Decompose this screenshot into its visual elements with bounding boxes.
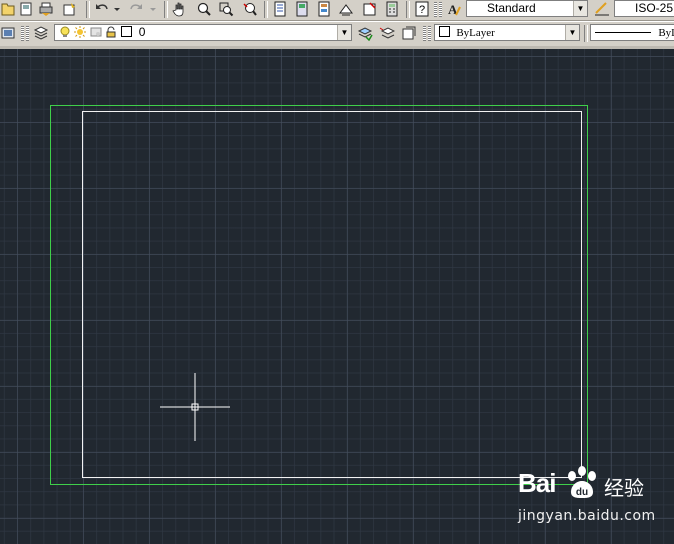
undo-icon[interactable] (94, 1, 110, 17)
toolbar-grip[interactable] (21, 26, 24, 41)
linetype-select[interactable]: ByL (590, 24, 674, 41)
undo-dropdown-icon[interactable] (112, 1, 122, 17)
sun-freeze-icon[interactable] (74, 26, 87, 38)
open-icon[interactable] (0, 1, 16, 17)
svg-text:?: ? (419, 4, 425, 16)
linetype-sample (595, 32, 651, 33)
color-value: ByLayer (456, 27, 495, 39)
publish-icon[interactable] (62, 1, 78, 17)
text-style-select[interactable]: Standard ▼ (466, 0, 588, 17)
bulb-icon[interactable] (59, 26, 71, 38)
zoom-realtime-icon[interactable] (196, 1, 212, 17)
layer-select[interactable]: 0 ▼ (54, 24, 352, 41)
paw-logo-icon: du (568, 466, 596, 498)
tool-palettes-icon[interactable] (316, 1, 332, 17)
design-center-icon[interactable] (294, 1, 310, 17)
layer-name: 0 (138, 25, 146, 39)
dim-style-select[interactable]: ISO-25 (614, 0, 674, 17)
save-icon[interactable] (18, 1, 34, 17)
toolbar-grip[interactable] (428, 26, 431, 41)
calculator-icon[interactable] (384, 1, 400, 17)
redo-icon[interactable] (128, 1, 144, 17)
viewport-freeze-icon[interactable] (90, 26, 102, 38)
properties-icon[interactable] (272, 1, 288, 17)
color-swatch[interactable] (439, 26, 450, 37)
separator (264, 1, 268, 18)
watermark-suffix: 经验 (604, 476, 644, 500)
inner-frame-rectangle[interactable] (82, 111, 582, 478)
separator (584, 25, 588, 42)
pan-hand-icon[interactable] (172, 1, 188, 17)
sheet-set-icon[interactable] (338, 1, 354, 17)
watermark-url: jingyan.baidu.com (518, 508, 656, 524)
standard-toolbar: ? A Standard ▼ ISO-25 (0, 0, 674, 21)
crosshair-cursor (160, 373, 230, 441)
text-style-value: Standard (487, 1, 536, 15)
layer-states-icon[interactable] (400, 24, 418, 42)
layer-color-swatch[interactable] (121, 26, 133, 37)
linetype-value: ByL (658, 27, 674, 39)
chevron-down-icon[interactable]: ▼ (565, 25, 579, 40)
separator (86, 1, 90, 18)
toolbar-grip[interactable] (434, 2, 437, 17)
redo-dropdown-icon[interactable] (148, 1, 158, 17)
text-style-icon[interactable]: A (446, 1, 462, 17)
zoom-window-icon[interactable] (218, 1, 234, 17)
make-current-layer-icon[interactable] (356, 24, 374, 42)
separator (406, 1, 410, 18)
toolbar-grip[interactable] (26, 26, 29, 41)
watermark-brand: Bai (518, 468, 556, 498)
layer-properties-icon[interactable] (32, 24, 50, 42)
layer-previous-icon[interactable] (378, 24, 396, 42)
layers-toolbar: 0 ▼ ByLayer ▼ ByL (0, 21, 674, 47)
drawing-canvas[interactable]: Bai du 经验 jingyan.baidu.com (0, 49, 674, 544)
chevron-down-icon[interactable]: ▼ (337, 25, 351, 40)
dim-style-value: ISO-25 (635, 1, 674, 15)
svg-text:du: du (576, 487, 588, 498)
markup-icon[interactable] (362, 1, 378, 17)
help-icon[interactable]: ? (414, 1, 430, 17)
chevron-down-icon[interactable]: ▼ (573, 1, 587, 16)
zoom-previous-icon[interactable] (242, 1, 258, 17)
layer-manager-icon[interactable] (0, 24, 18, 42)
separator (164, 1, 168, 18)
dim-style-icon[interactable] (594, 1, 610, 17)
color-select[interactable]: ByLayer ▼ (434, 24, 580, 41)
baidu-jingyan-watermark: Bai du 经验 jingyan.baidu.com (512, 466, 672, 542)
print-icon[interactable] (38, 1, 54, 17)
lock-icon[interactable] (105, 26, 117, 38)
toolbar-grip[interactable] (423, 26, 426, 41)
toolbar-grip[interactable] (439, 2, 442, 17)
